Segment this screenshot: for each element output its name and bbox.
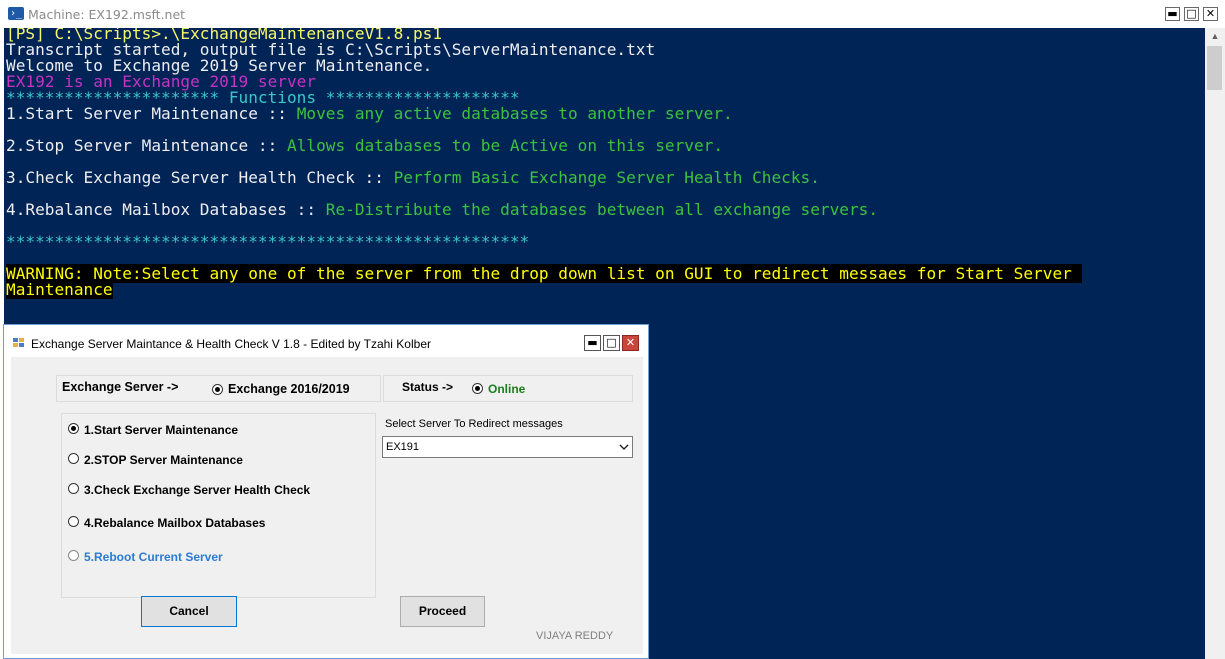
window-title: Machine: EX192.msft.net: [28, 7, 186, 22]
option-rebalance[interactable]: 4.Rebalance Mailbox Databases: [84, 516, 265, 530]
proceed-button[interactable]: Proceed: [400, 596, 485, 627]
option-radio-stop[interactable]: [68, 453, 79, 464]
console-line: ****************************************…: [6, 232, 530, 251]
maintenance-dialog: Exchange Server Maintance & Health Check…: [3, 324, 649, 659]
option-radio-rebalance[interactable]: [68, 516, 79, 527]
selected-server: EX191: [386, 441, 420, 453]
dialog-maximize-button[interactable]: □: [603, 335, 620, 351]
option-start-maintenance[interactable]: 1.Start Server Maintenance: [84, 423, 238, 437]
status-group: Status -> Online: [383, 375, 633, 402]
minimize-icon: ▬: [587, 336, 598, 349]
close-icon: ✕: [1205, 7, 1216, 20]
function-description: Moves any active databases to another se…: [296, 104, 733, 123]
warning-message: WARNING: Note:Select any one of the serv…: [6, 264, 1082, 283]
chevron-down-icon: [619, 444, 629, 450]
cancel-button[interactable]: Cancel: [141, 596, 237, 627]
maximize-button[interactable]: □: [1184, 7, 1199, 21]
function-description: Perform Basic Exchange Server Health Che…: [393, 168, 820, 187]
exchange-version-radio[interactable]: [212, 384, 223, 395]
exchange-server-label: Exchange Server ->: [62, 380, 179, 394]
function-label: 3.Check Exchange Server Health Check ::: [6, 168, 394, 187]
maximize-icon: □: [1186, 7, 1197, 20]
minimize-icon: ▬: [1167, 7, 1178, 20]
status-label: Status ->: [402, 380, 454, 394]
dialog-body: Exchange Server -> Exchange 2016/2019 St…: [11, 357, 643, 654]
dialog-minimize-button[interactable]: ▬: [584, 335, 601, 351]
author-label: VIJAYA REDDY: [536, 630, 614, 642]
option-reboot[interactable]: 5.Reboot Current Server: [84, 550, 223, 564]
status-radio[interactable]: [472, 383, 483, 394]
redirect-label: Select Server To Redirect messages: [385, 418, 563, 430]
warning-message: Maintenance: [6, 280, 113, 299]
form-icon: [13, 338, 24, 348]
options-group: 1.Start Server Maintenance 2.STOP Server…: [61, 413, 376, 598]
minimize-button[interactable]: ▬: [1165, 7, 1180, 21]
vertical-scrollbar[interactable]: ▲: [1205, 28, 1225, 659]
function-label: 1.Start Server Maintenance ::: [6, 104, 297, 123]
maximize-icon: □: [606, 336, 617, 349]
dialog-close-button[interactable]: ✕: [622, 335, 639, 351]
status-value: Online: [488, 382, 526, 396]
option-health-check[interactable]: 3.Check Exchange Server Health Check: [84, 483, 310, 497]
option-radio-health[interactable]: [68, 483, 79, 494]
dialog-titlebar[interactable]: Exchange Server Maintance & Health Check…: [4, 325, 648, 357]
scrollbar-thumb[interactable]: [1207, 46, 1222, 90]
option-radio-start[interactable]: [68, 423, 79, 434]
function-label: 4.Rebalance Mailbox Databases ::: [6, 200, 326, 219]
close-icon: ✕: [625, 336, 636, 349]
dialog-title: Exchange Server Maintance & Health Check…: [31, 337, 431, 351]
option-stop-maintenance[interactable]: 2.STOP Server Maintenance: [84, 453, 243, 467]
function-description: Allows databases to be Active on this se…: [287, 136, 724, 155]
close-button[interactable]: ✕: [1203, 7, 1218, 21]
function-label: 2.Stop Server Maintenance ::: [6, 136, 287, 155]
exchange-server-group: Exchange Server -> Exchange 2016/2019: [56, 375, 381, 402]
exchange-version-label: Exchange 2016/2019: [228, 382, 350, 396]
scroll-up-icon[interactable]: ▲: [1205, 28, 1225, 45]
powershell-icon: ›_: [8, 7, 24, 20]
window-titlebar[interactable]: ›_ Machine: EX192.msft.net ▬ □ ✕: [0, 0, 1225, 28]
option-radio-reboot[interactable]: [68, 550, 79, 561]
redirect-server-select[interactable]: EX191: [382, 436, 633, 458]
function-description: Re-Distribute the databases between all …: [325, 200, 879, 219]
